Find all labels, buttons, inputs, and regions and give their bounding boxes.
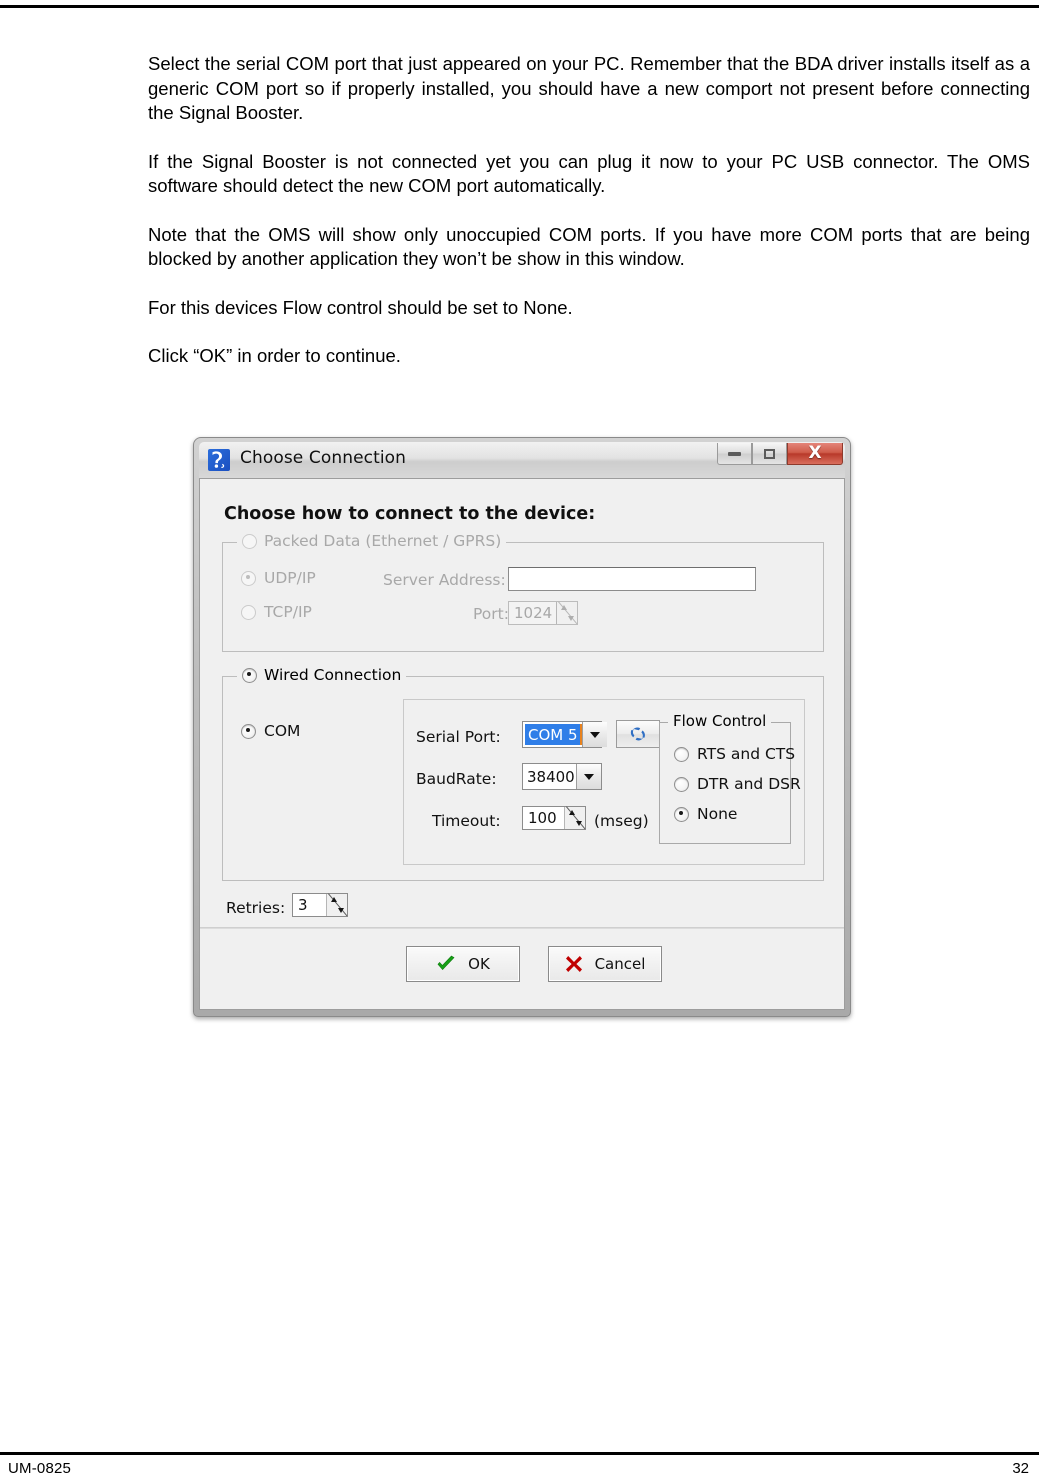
dialog-client-area: Choose how to connect to the device: Pac… — [199, 478, 845, 1010]
baud-rate-value: 38400 — [527, 767, 575, 786]
dialog-title: Choose Connection — [240, 448, 407, 468]
server-address-input[interactable] — [508, 567, 756, 591]
port-value: 1024 — [514, 604, 553, 622]
server-address-label: Server Address: — [383, 571, 506, 589]
serial-port-combo[interactable]: COM 5 — [522, 721, 607, 748]
packed-data-radio[interactable] — [242, 533, 257, 549]
minimize-icon — [728, 451, 741, 456]
body-copy: Select the serial COM port that just app… — [148, 52, 1030, 393]
com-label: COM — [264, 722, 301, 740]
flow-control-legend: Flow Control — [668, 712, 772, 730]
radio-dot-icon — [242, 533, 257, 549]
tcp-ip-radio[interactable]: TCP/IP — [241, 603, 312, 621]
wired-connection-radio[interactable] — [242, 667, 257, 683]
udp-ip-label: UDP/IP — [264, 569, 316, 587]
paragraph-1: Select the serial COM port that just app… — [148, 53, 1030, 123]
spin-down-icon — [576, 821, 582, 826]
retries-spin-arrows-icon[interactable] — [326, 894, 347, 916]
port-spinner[interactable]: 1024 — [508, 601, 578, 625]
flow-none-radio[interactable]: None — [674, 805, 737, 823]
paragraph-5: Click “OK” in order to continue. — [148, 345, 401, 366]
page-header-rule — [0, 5, 1039, 8]
flow-dtr-dsr-label: DTR and DSR — [697, 775, 801, 793]
flow-control-group: Flow Control RTS and CTS DTR and DSR Non… — [659, 712, 801, 844]
port-label: Port: — [473, 605, 509, 623]
tcp-ip-label: TCP/IP — [264, 603, 312, 621]
spin-up-icon — [569, 810, 575, 815]
retries-value: 3 — [298, 896, 308, 914]
cancel-button-label: Cancel — [594, 955, 646, 973]
maximize-button[interactable] — [752, 443, 787, 465]
close-x-icon — [565, 956, 582, 972]
retries-spinner[interactable]: 3 — [292, 893, 348, 917]
packed-data-legend[interactable]: Packed Data (Ethernet / GPRS) — [237, 532, 507, 550]
button-bar-separator — [200, 927, 844, 929]
flow-dtr-dsr-radio[interactable]: DTR and DSR — [674, 775, 801, 793]
wired-connection-group: Wired Connection COM Serial Port: COM 5 — [222, 666, 824, 881]
flow-control-label: Flow Control — [673, 712, 767, 730]
ok-button[interactable]: OK — [406, 946, 520, 982]
chevron-down-icon[interactable] — [581, 722, 607, 747]
radio-dot-icon — [674, 806, 689, 822]
wired-connection-legend[interactable]: Wired Connection — [237, 666, 407, 684]
serial-port-label: Serial Port: — [416, 728, 501, 746]
choose-connection-dialog-image: Choose Connection X Choose how to connec… — [193, 437, 851, 1017]
ok-button-label: OK — [468, 955, 490, 973]
radio-dot-icon — [674, 746, 689, 762]
chevron-down-icon[interactable] — [576, 764, 601, 789]
baud-rate-label: BaudRate: — [416, 770, 497, 788]
minimize-button[interactable] — [717, 443, 752, 465]
baud-rate-combo[interactable]: 38400 — [522, 763, 602, 790]
refresh-icon — [630, 727, 645, 741]
udp-ip-radio[interactable]: UDP/IP — [241, 569, 316, 587]
app-icon — [208, 449, 230, 471]
timeout-units-label: (mseg) — [594, 812, 649, 830]
maximize-icon — [764, 448, 775, 459]
timeout-spin-arrows-icon[interactable] — [564, 807, 585, 829]
flow-none-label: None — [697, 805, 738, 823]
spin-up-icon — [331, 897, 337, 902]
timeout-spinner[interactable]: 100 — [522, 806, 586, 830]
dialog-titlebar[interactable]: Choose Connection X — [199, 442, 845, 478]
com-settings-panel: Serial Port: COM 5 BaudRate: 38400 Timeo… — [403, 699, 805, 865]
timeout-label: Timeout: — [432, 812, 501, 830]
checkmark-icon — [437, 955, 455, 971]
close-button[interactable]: X — [787, 443, 843, 465]
radio-dot-icon — [241, 570, 256, 586]
paragraph-4: For this devices Flow control should be … — [148, 296, 573, 318]
spin-down-icon — [568, 616, 574, 621]
port-spin-arrows-icon[interactable] — [556, 602, 577, 624]
radio-dot-icon — [242, 667, 257, 683]
packed-data-label: Packed Data (Ethernet / GPRS) — [264, 532, 502, 550]
choose-connection-dialog: Choose Connection X Choose how to connec… — [193, 437, 851, 1017]
com-radio[interactable]: COM — [241, 722, 300, 740]
flow-rts-cts-label: RTS and CTS — [697, 745, 796, 763]
retries-label: Retries: — [226, 899, 286, 917]
footer-document-number: UM-0825 — [8, 1460, 72, 1477]
close-icon: X — [808, 443, 822, 463]
cancel-button[interactable]: Cancel — [548, 946, 662, 982]
window-controls: X — [717, 443, 843, 465]
spin-down-icon — [338, 908, 344, 913]
paragraph-3: Note that the OMS will show only unoccup… — [148, 223, 1030, 270]
timeout-value: 100 — [528, 809, 557, 827]
radio-dot-icon — [241, 723, 256, 739]
footer-page-number: 32 — [1012, 1460, 1029, 1477]
packed-data-group: Packed Data (Ethernet / GPRS) UDP/IP TCP… — [222, 532, 824, 652]
serial-port-value: COM 5 — [525, 724, 582, 745]
refresh-ports-button[interactable] — [616, 720, 660, 748]
wired-connection-label: Wired Connection — [264, 666, 402, 684]
radio-dot-icon — [241, 604, 256, 620]
flow-rts-cts-radio[interactable]: RTS and CTS — [674, 745, 795, 763]
dialog-heading: Choose how to connect to the device: — [224, 504, 596, 524]
page-footer-rule — [0, 1452, 1039, 1455]
spin-up-icon — [561, 605, 567, 610]
radio-dot-icon — [674, 776, 689, 792]
paragraph-2: If the Signal Booster is not connected y… — [148, 150, 1030, 197]
